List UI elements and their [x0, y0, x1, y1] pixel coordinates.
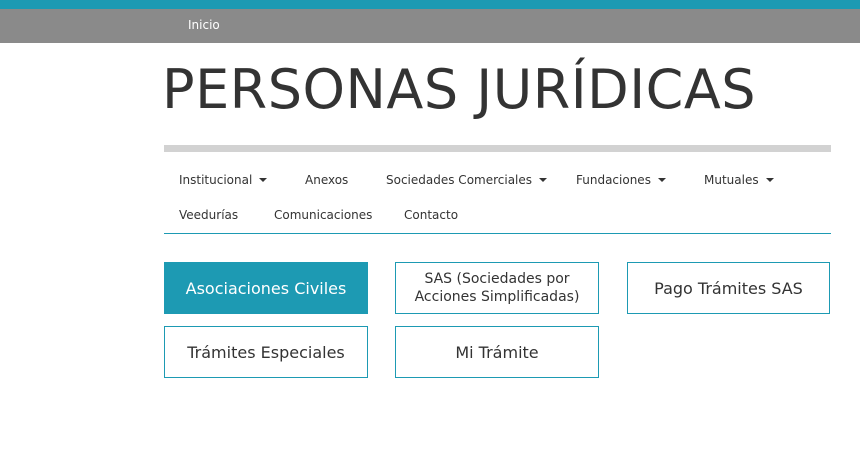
- button-label-line: SAS (Sociedades por: [424, 271, 570, 287]
- nav-item-label: Comunicaciones: [274, 208, 373, 222]
- nav-item-label: Mutuales: [704, 173, 759, 187]
- button-label: Asociaciones Civiles: [185, 278, 347, 298]
- nav-item-label: Anexos: [305, 173, 349, 187]
- nav-item-institucional[interactable]: Institucional: [179, 173, 268, 187]
- asociaciones-civiles-button[interactable]: Asociaciones Civiles: [164, 262, 368, 314]
- caret-down-icon: [539, 177, 548, 182]
- nav-item-veedurias[interactable]: Veedurías: [179, 208, 238, 222]
- title-divider: [164, 145, 831, 152]
- nav-item-label: Sociedades Comerciales: [386, 173, 533, 187]
- nav-item-fundaciones[interactable]: Fundaciones: [576, 173, 666, 187]
- top-accent-bar: [0, 0, 860, 9]
- nav-divider: [164, 233, 831, 234]
- button-label-line: Acciones Simplificadas): [414, 289, 580, 305]
- caret-down-icon: [765, 177, 774, 182]
- nav-item-mutuales[interactable]: Mutuales: [704, 173, 774, 187]
- nav-item-label: Veedurías: [179, 208, 239, 222]
- button-label: Trámites Especiales: [187, 342, 345, 362]
- mi-tramite-button[interactable]: Mi Trámite: [395, 326, 599, 378]
- nav-item-sociedades-comerciales[interactable]: Sociedades Comerciales: [386, 173, 548, 187]
- sas-button[interactable]: SAS (Sociedades por Acciones Simplificad…: [395, 262, 599, 314]
- button-label: SAS (Sociedades por Acciones Simplificad…: [415, 270, 580, 306]
- nav-item-label: Fundaciones: [576, 173, 651, 187]
- pago-tramites-sas-button[interactable]: Pago Trámites SAS: [627, 262, 830, 314]
- button-label: Pago Trámites SAS: [654, 278, 803, 298]
- page-title: PERSONAS JURÍDICAS: [162, 58, 757, 121]
- breadcrumb: Inicio: [0, 9, 860, 43]
- breadcrumb-home-link[interactable]: Inicio: [188, 18, 220, 32]
- caret-down-icon: [259, 177, 268, 182]
- button-label: Mi Trámite: [455, 342, 539, 362]
- nav-item-comunicaciones[interactable]: Comunicaciones: [274, 208, 372, 222]
- nav-item-anexos[interactable]: Anexos: [305, 173, 348, 187]
- nav-item-label: Contacto: [404, 208, 459, 222]
- caret-down-icon: [657, 177, 666, 182]
- tramites-especiales-button[interactable]: Trámites Especiales: [164, 326, 368, 378]
- nav-item-contacto[interactable]: Contacto: [404, 208, 458, 222]
- nav-item-label: Institucional: [179, 173, 253, 187]
